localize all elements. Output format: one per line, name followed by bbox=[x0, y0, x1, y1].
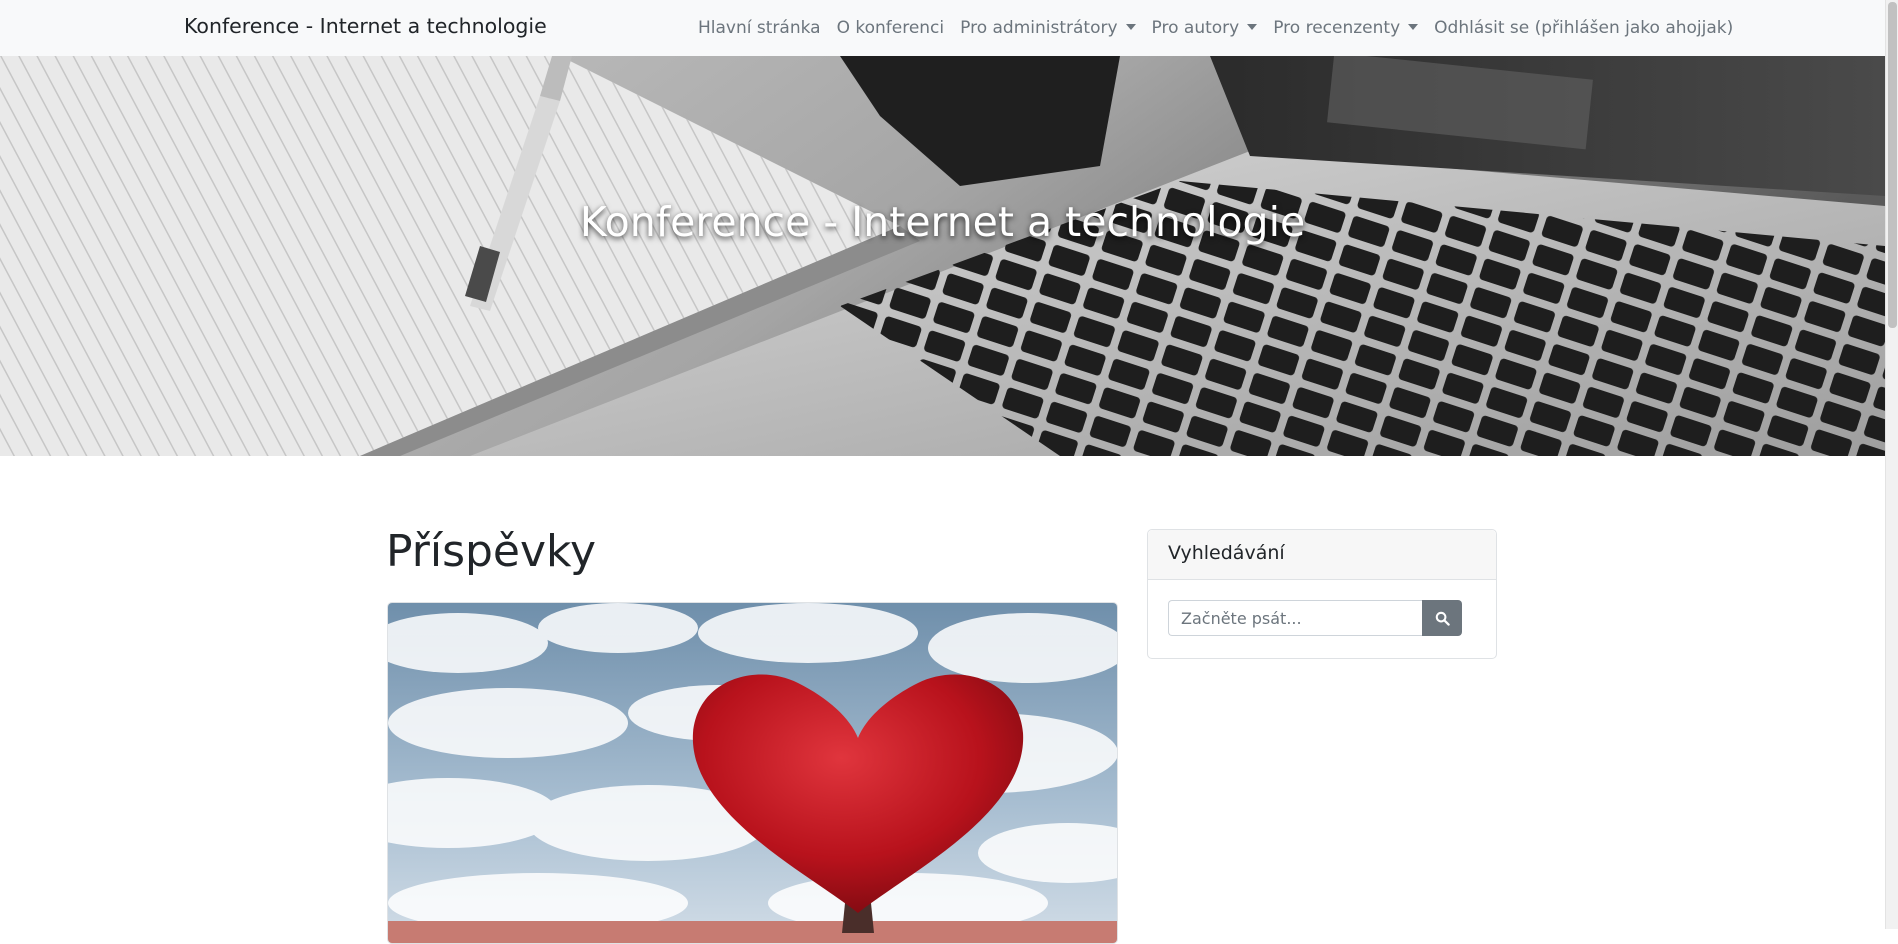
caret-down-icon bbox=[1125, 24, 1136, 30]
nav-link-home[interactable]: Hlavní stránka bbox=[698, 18, 821, 38]
nav-links: Hlavní stránka O konferenci Pro administ… bbox=[698, 0, 1733, 56]
nav-dropdown-reviewers[interactable]: Pro recenzenty bbox=[1273, 18, 1419, 38]
navbar: Konference - Internet a technologie Hlav… bbox=[0, 0, 1885, 57]
search-button[interactable] bbox=[1422, 600, 1462, 636]
hero-background-image bbox=[0, 56, 1885, 456]
search-card: Vyhledávání bbox=[1147, 529, 1497, 659]
nav-dropdown-reviewers-label: Pro recenzenty bbox=[1273, 18, 1401, 38]
scrollbar-thumb[interactable] bbox=[1888, 2, 1897, 328]
search-icon bbox=[1435, 611, 1450, 626]
page-title: Příspěvky bbox=[386, 526, 596, 577]
nav-link-about[interactable]: O konferenci bbox=[837, 18, 945, 38]
search-group bbox=[1168, 600, 1462, 636]
nav-dropdown-admins-label: Pro administrátory bbox=[960, 18, 1118, 38]
nav-dropdown-admins[interactable]: Pro administrátory bbox=[960, 18, 1136, 38]
caret-down-icon bbox=[1247, 24, 1258, 30]
search-card-header: Vyhledávání bbox=[1148, 530, 1496, 580]
nav-dropdown-authors[interactable]: Pro autory bbox=[1152, 18, 1258, 38]
nav-dropdown-authors-label: Pro autory bbox=[1151, 18, 1240, 38]
navbar-brand[interactable]: Konference - Internet a technologie bbox=[184, 14, 547, 38]
post-card[interactable] bbox=[387, 602, 1118, 944]
search-input[interactable] bbox=[1168, 600, 1422, 636]
hero-banner: Konference - Internet a technologie bbox=[0, 56, 1885, 456]
hero-title: Konference - Internet a technologie bbox=[579, 198, 1306, 246]
nav-link-logout[interactable]: Odhlásit se (přihlášen jako ahojjak) bbox=[1434, 18, 1733, 38]
vertical-scrollbar[interactable] bbox=[1885, 0, 1898, 929]
search-card-title: Vyhledávání bbox=[1168, 542, 1285, 564]
post-image[interactable] bbox=[388, 603, 1117, 943]
caret-down-icon bbox=[1408, 24, 1419, 30]
